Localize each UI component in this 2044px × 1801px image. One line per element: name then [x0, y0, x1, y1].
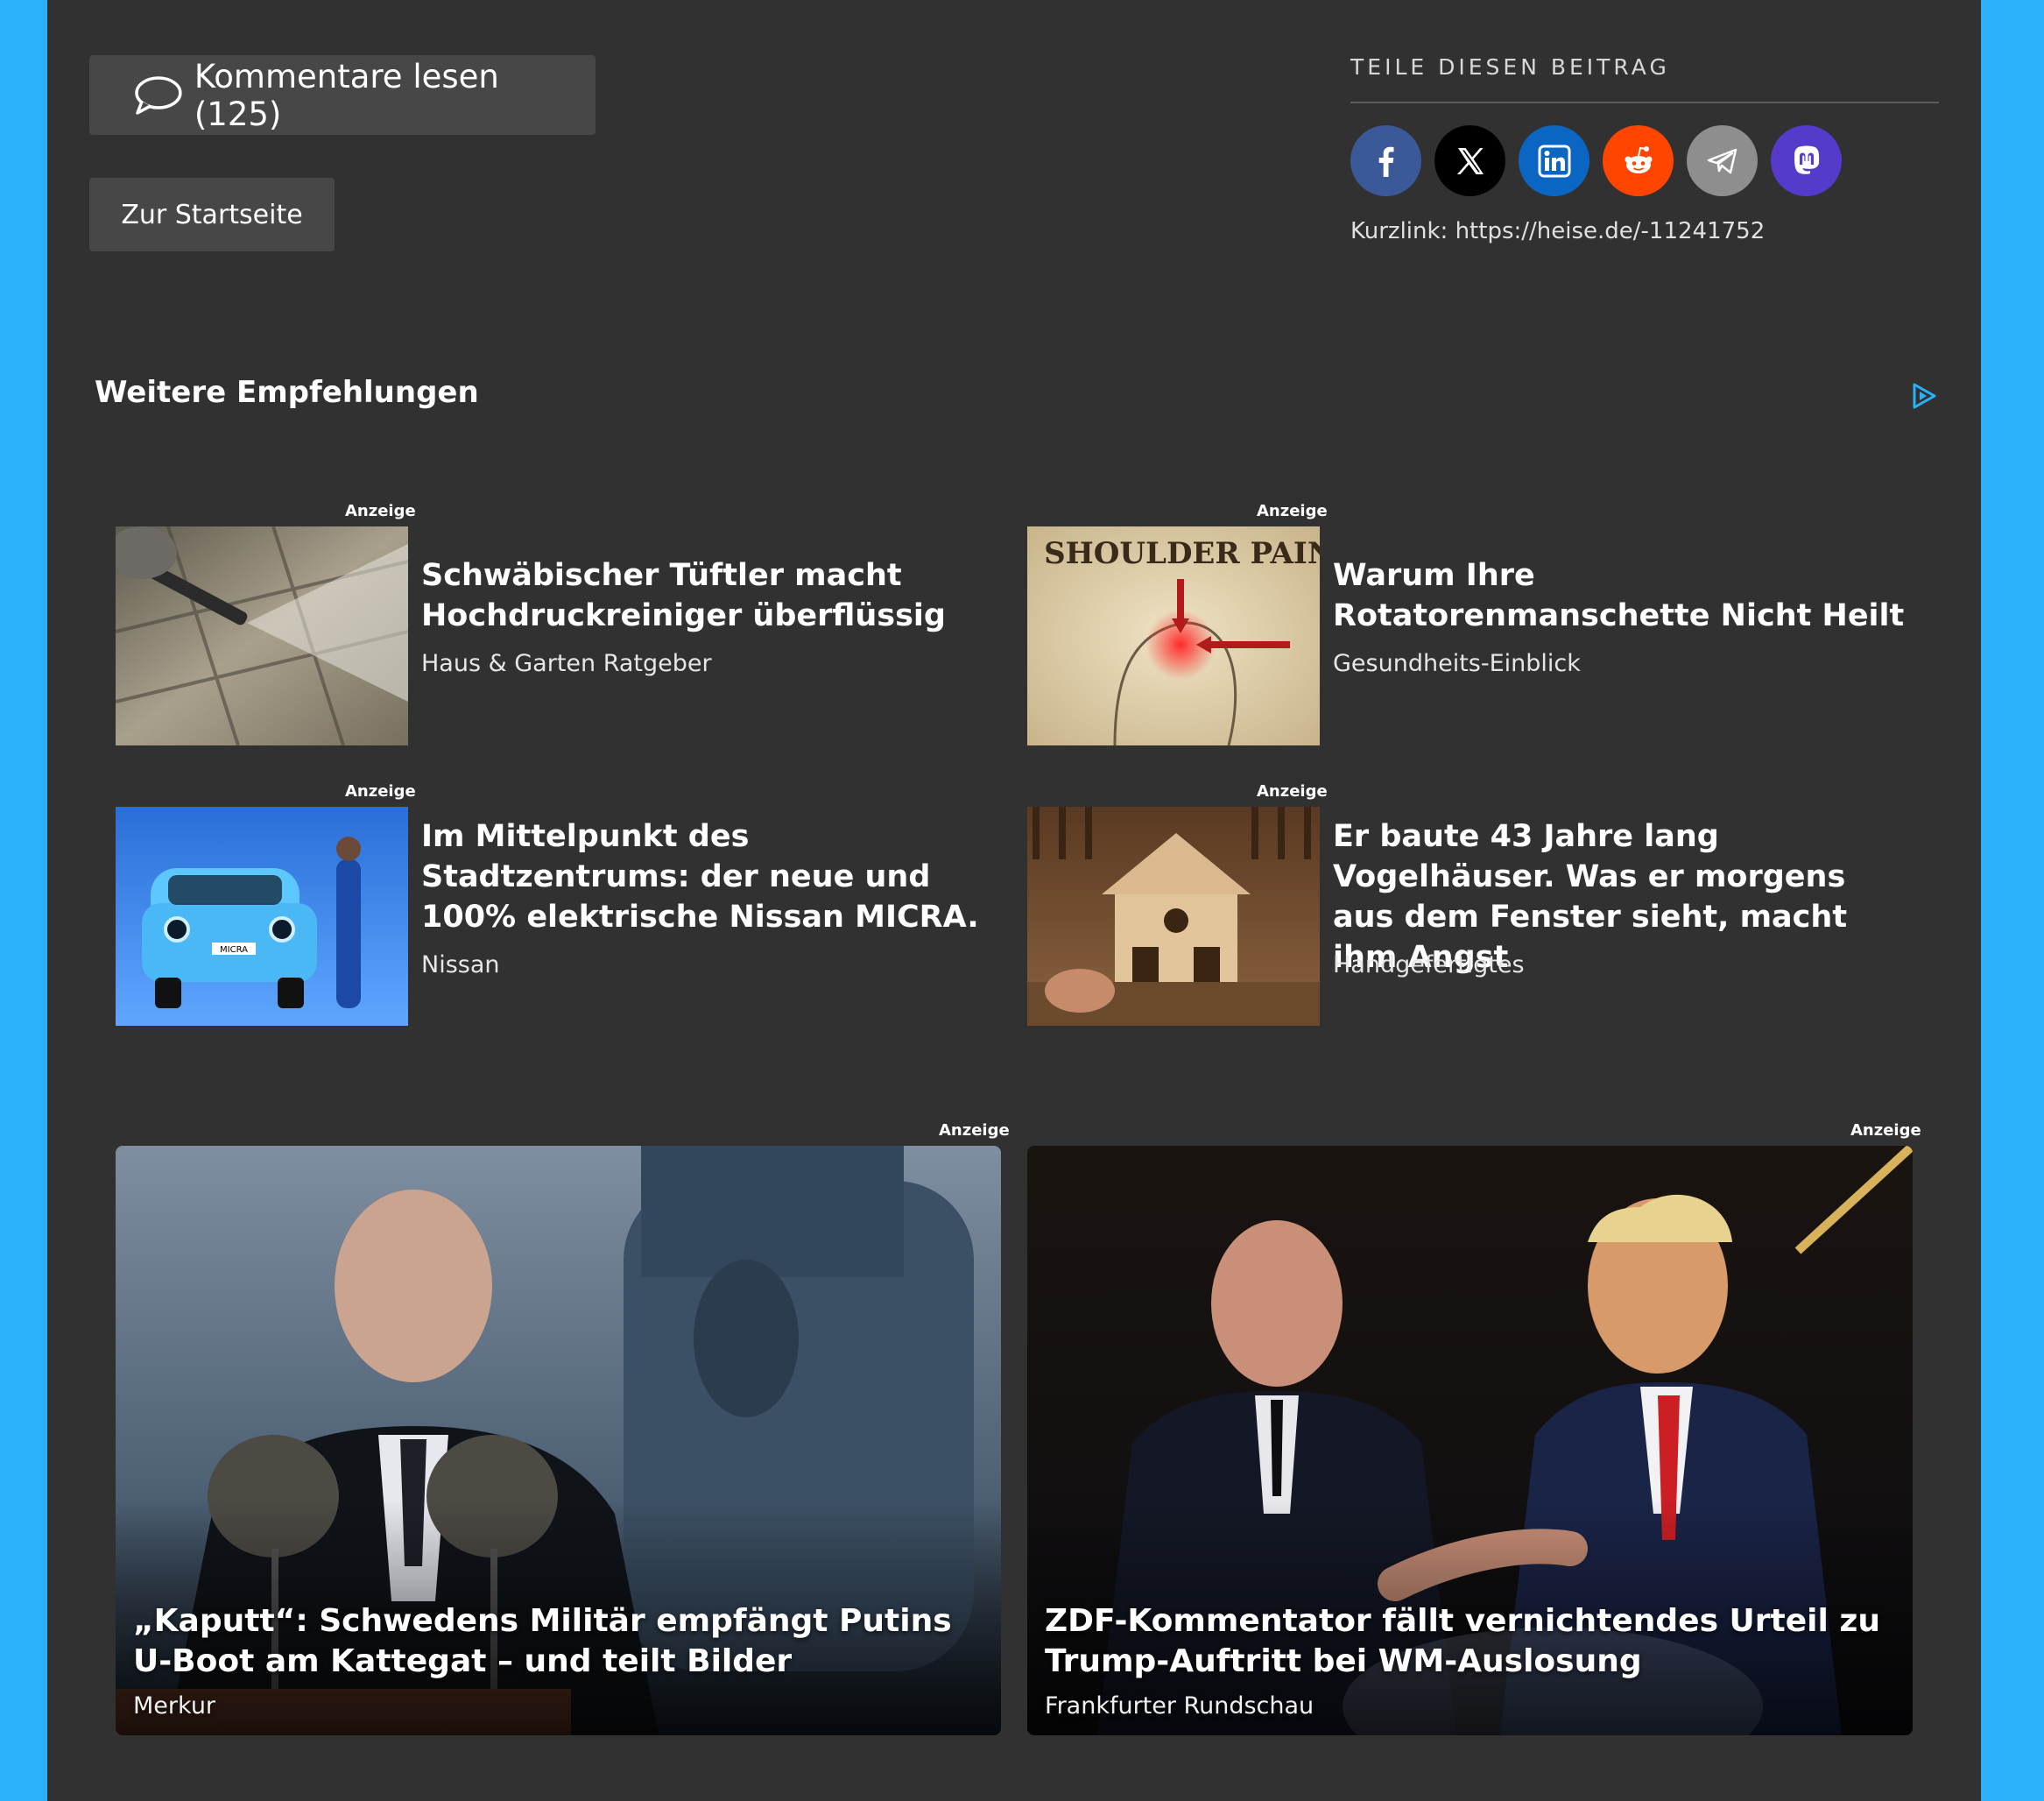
- big-card-title: „Kaputt“: Schwedens Militär empfängt Put…: [133, 1603, 952, 1679]
- linkedin-icon: [1538, 145, 1570, 177]
- read-comments-label: Kommentare lesen (125): [194, 57, 499, 133]
- share-mastodon-button[interactable]: [1771, 125, 1842, 196]
- mastodon-icon: [1794, 145, 1819, 174]
- ad-label: Anzeige: [345, 502, 416, 520]
- image-caption: MICRA: [220, 945, 248, 955]
- card-image-shoulder-pain[interactable]: SHOULDER PAIN: [1027, 526, 1320, 745]
- big-card-title: ZDF-Kommentator fällt vernichtendes Urte…: [1045, 1603, 1880, 1679]
- share-buttons: [1350, 125, 1842, 196]
- card-source: Haus & Garten Ratgeber: [421, 650, 712, 677]
- speech-bubble-icon: [135, 75, 182, 115]
- reddit-icon: [1625, 145, 1652, 173]
- x-icon: [1456, 147, 1484, 174]
- share-heading: TEILE DIESEN BEITRAG: [1350, 54, 1670, 80]
- big-card-submarine[interactable]: „Kaputt“: Schwedens Militär empfängt Put…: [116, 1146, 1001, 1735]
- share-reddit-button[interactable]: [1603, 125, 1674, 196]
- share-linkedin-button[interactable]: [1519, 125, 1589, 196]
- card-image-birdhouse[interactable]: [1027, 807, 1320, 1026]
- card-image-pressure-washer[interactable]: [116, 526, 408, 745]
- card-source: Nissan: [421, 951, 500, 978]
- card-source: Gesundheits-Einblick: [1333, 650, 1581, 677]
- adchoices-icon[interactable]: [1907, 380, 1939, 412]
- card-source: Handgefertigtes: [1333, 951, 1525, 978]
- ad-label: Anzeige: [1257, 782, 1328, 801]
- card-image-nissan-micra[interactable]: MICRA: [116, 807, 408, 1026]
- share-facebook-button[interactable]: [1350, 125, 1421, 196]
- ad-label: Anzeige: [1850, 1121, 1921, 1140]
- ad-label: Anzeige: [345, 782, 416, 801]
- share-divider: [1350, 102, 1939, 103]
- share-telegram-button[interactable]: [1687, 125, 1758, 196]
- ad-label: Anzeige: [939, 1121, 1010, 1140]
- read-comments-button[interactable]: Kommentare lesen (125): [89, 55, 596, 135]
- big-card-source: Frankfurter Rundschau: [1045, 1692, 1315, 1720]
- share-x-button[interactable]: [1434, 125, 1505, 196]
- telegram-icon: [1707, 148, 1737, 173]
- recommendations-heading: Weitere Empfehlungen: [95, 375, 479, 410]
- home-button[interactable]: Zur Startseite: [89, 178, 335, 251]
- article-footer: Kommentare lesen (125) Zur Startseite TE…: [47, 0, 1981, 1801]
- card-title[interactable]: Warum Ihre Rotatorenmanschette Nicht Hei…: [1333, 555, 1911, 636]
- shortlink-text[interactable]: Kurzlink: https://heise.de/-11241752: [1350, 218, 1765, 244]
- card-title[interactable]: Im Mittelpunkt des Stadtzentrums: der ne…: [421, 816, 999, 937]
- big-card-wm-auslosung[interactable]: ZDF-Kommentator fällt vernichtendes Urte…: [1027, 1146, 1913, 1735]
- image-caption: SHOULDER PAIN: [1044, 536, 1320, 571]
- facebook-icon: [1378, 146, 1393, 177]
- home-button-label: Zur Startseite: [121, 199, 303, 230]
- ad-label: Anzeige: [1257, 502, 1328, 520]
- card-title[interactable]: Schwäbischer Tüftler macht Hochdruckrein…: [421, 555, 999, 636]
- big-card-source: Merkur: [133, 1692, 216, 1720]
